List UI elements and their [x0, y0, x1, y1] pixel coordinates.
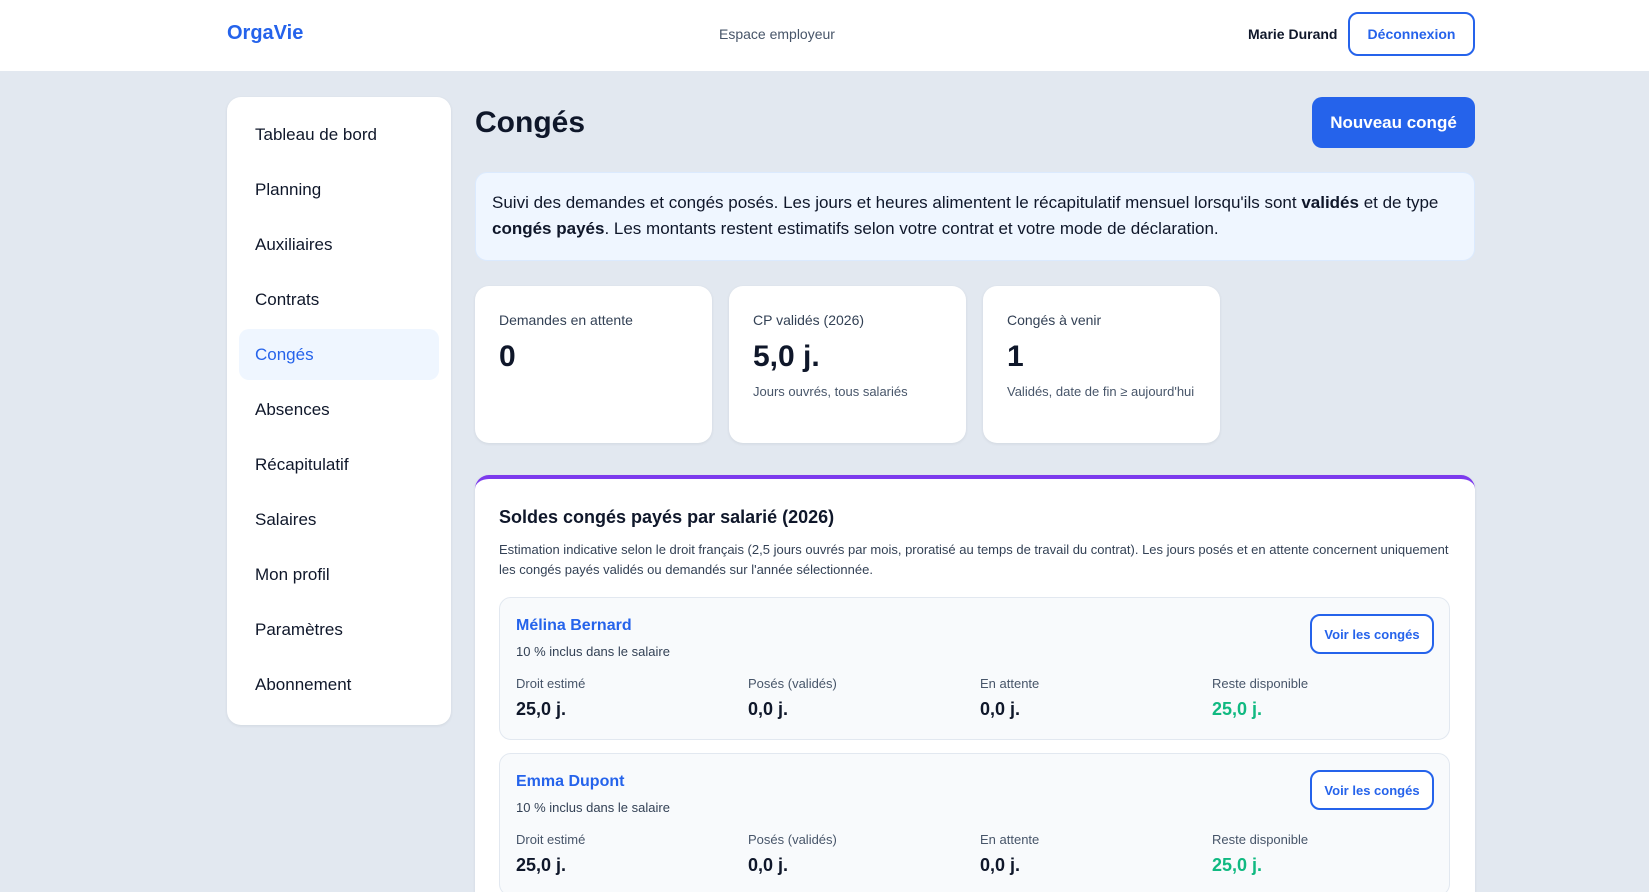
view-leaves-button[interactable]: Voir les congés [1310, 770, 1434, 810]
sidebar: Tableau de bord Planning Auxiliaires Con… [227, 97, 451, 725]
stat-sub: Validés, date de fin ≥ aujourd'hui [1007, 384, 1195, 399]
balances-title: Soldes congés payés par salarié (2026) [499, 507, 835, 527]
user-name: Marie Durand [1248, 26, 1338, 42]
metric-pending: En attente 0,0 j. [980, 676, 1039, 720]
page-title: Congés [475, 106, 586, 139]
metric-taken: Posés (validés) 0,0 j. [748, 676, 837, 720]
employee-name[interactable]: Mélina Bernard [516, 617, 632, 635]
sidebar-item-contrats[interactable]: Contrats [239, 274, 439, 325]
stat-value: 5,0 j. [753, 340, 820, 373]
stat-sub: Jours ouvrés, tous salariés [753, 384, 908, 399]
sidebar-item-auxiliaires[interactable]: Auxiliaires [239, 219, 439, 270]
info-bold-paid-leave: congés payés [492, 219, 605, 238]
sidebar-item-planning[interactable]: Planning [239, 164, 439, 215]
employee-card: Mélina Bernard 10 % inclus dans le salai… [499, 597, 1450, 740]
metric-remaining: Reste disponible 25,0 j. [1212, 676, 1308, 720]
stat-value: 0 [499, 340, 516, 373]
sidebar-item-recapitulatif[interactable]: Récapitulatif [239, 439, 439, 490]
metric-value: 0,0 j. [748, 699, 789, 719]
metric-label: Droit estimé [516, 676, 586, 691]
employee-note: 10 % inclus dans le salaire [516, 644, 670, 659]
employee-card: Emma Dupont 10 % inclus dans le salaire … [499, 753, 1450, 892]
metric-value: 25,0 j. [1212, 699, 1263, 719]
metric-label: En attente [980, 832, 1040, 847]
sidebar-item-parametres[interactable]: Paramètres [239, 604, 439, 655]
metric-label: Posés (validés) [748, 676, 837, 691]
metric-label: Reste disponible [1212, 832, 1309, 847]
view-leaves-button[interactable]: Voir les congés [1310, 614, 1434, 654]
metric-label: Droit estimé [516, 832, 586, 847]
metric-value: 0,0 j. [980, 699, 1021, 719]
sidebar-item-conges[interactable]: Congés [239, 329, 439, 380]
metric-entitled: Droit estimé 25,0 j. [516, 676, 585, 720]
sidebar-item-dashboard[interactable]: Tableau de bord [239, 109, 439, 160]
metric-value: 0,0 j. [748, 855, 789, 875]
metric-label: Reste disponible [1212, 676, 1309, 691]
sidebar-item-mon-profil[interactable]: Mon profil [239, 549, 439, 600]
brand-logo[interactable]: OrgaVie [227, 22, 303, 45]
balances-panel: Soldes congés payés par salarié (2026) E… [475, 475, 1475, 892]
stat-value: 1 [1007, 340, 1024, 373]
stat-card-cp-validated: CP validés (2026) 5,0 j. Jours ouvrés, t… [729, 286, 966, 443]
stat-label: Demandes en attente [499, 312, 633, 328]
stat-card-pending: Demandes en attente 0 [475, 286, 712, 443]
metric-value: 25,0 j. [516, 699, 567, 719]
info-text-part3: . Les montants restent estimatifs selon … [604, 219, 1219, 238]
metric-entitled: Droit estimé 25,0 j. [516, 832, 585, 876]
info-bold-validated: validés [1301, 193, 1359, 212]
employee-note: 10 % inclus dans le salaire [516, 800, 670, 815]
info-box: Suivi des demandes et congés posés. Les … [475, 172, 1475, 261]
space-label: Espace employeur [719, 26, 835, 42]
sidebar-item-salaires[interactable]: Salaires [239, 494, 439, 545]
sidebar-item-absences[interactable]: Absences [239, 384, 439, 435]
metric-label: Posés (validés) [748, 832, 837, 847]
stat-card-upcoming: Congés à venir 1 Validés, date de fin ≥ … [983, 286, 1220, 443]
metric-value: 25,0 j. [1212, 855, 1263, 875]
stat-label: CP validés (2026) [753, 312, 865, 328]
metric-taken: Posés (validés) 0,0 j. [748, 832, 837, 876]
sidebar-item-abonnement[interactable]: Abonnement [239, 659, 439, 710]
metric-value: 25,0 j. [516, 855, 567, 875]
info-text-part2: et de type [1358, 193, 1439, 212]
info-text-part1: Suivi des demandes et congés posés. Les … [492, 193, 1302, 212]
balances-description: Estimation indicative selon le droit fra… [499, 542, 1449, 577]
new-leave-button[interactable]: Nouveau congé [1312, 97, 1475, 148]
top-bar: OrgaVie Espace employeur Marie Durand Dé… [0, 0, 1649, 72]
employee-name[interactable]: Emma Dupont [516, 773, 624, 791]
stat-label: Congés à venir [1007, 312, 1102, 328]
metric-label: En attente [980, 676, 1040, 691]
metric-remaining: Reste disponible 25,0 j. [1212, 832, 1308, 876]
logout-button[interactable]: Déconnexion [1348, 12, 1475, 56]
metric-pending: En attente 0,0 j. [980, 832, 1039, 876]
metric-value: 0,0 j. [980, 855, 1021, 875]
